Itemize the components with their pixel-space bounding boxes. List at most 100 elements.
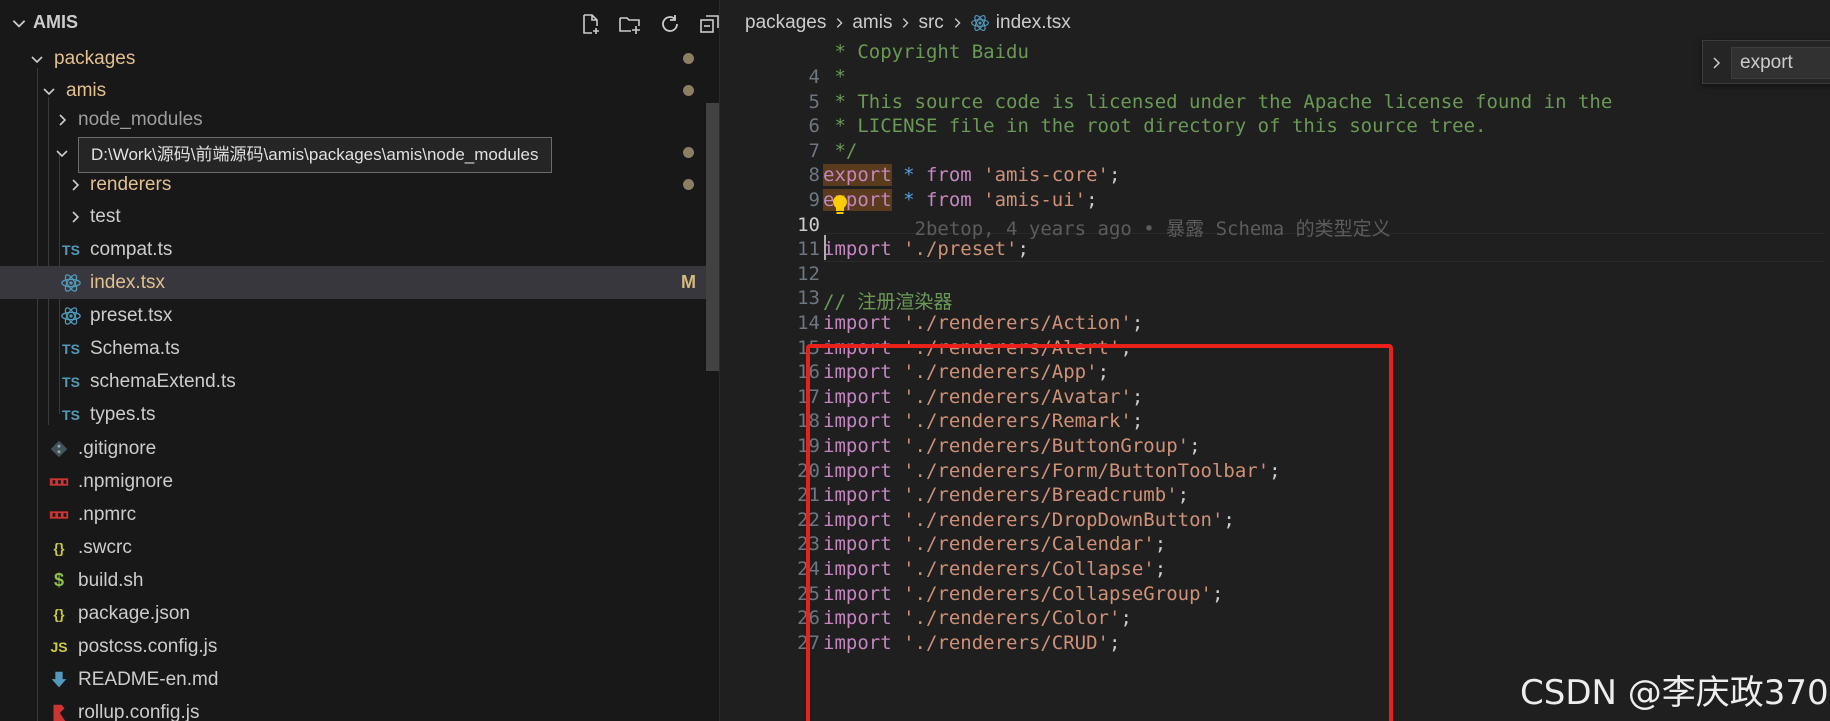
react-icon — [61, 273, 81, 292]
typescript-icon: TS — [62, 406, 80, 423]
code-keyword: export — [823, 164, 892, 187]
line-number: 9 — [808, 189, 820, 211]
javascript-icon: JS — [50, 638, 68, 655]
new-file-icon[interactable] — [577, 11, 603, 37]
chevron-right-icon[interactable] — [1703, 41, 1729, 85]
tree-item-node-modules[interactable]: node_modules — [0, 103, 706, 136]
react-icon — [970, 15, 989, 31]
npm-icon — [49, 510, 69, 519]
line-number: 27 — [797, 631, 820, 654]
explorer-sidebar: AMIS packages amis node_modules renderer… — [0, 0, 720, 721]
breadcrumb-item[interactable]: amis — [852, 12, 892, 34]
npm-icon — [49, 477, 69, 486]
tree-item-label: preset.tsx — [90, 304, 173, 326]
sidebar-scrollbar[interactable] — [706, 103, 719, 371]
tree-item-build-sh[interactable]: $ build.sh — [0, 564, 706, 597]
explorer-actions — [577, 11, 719, 37]
tree-item-label: packages — [54, 47, 136, 69]
code-line: // 注册渲染器 — [823, 287, 952, 314]
code-comment: * Copyright Baidu — [823, 41, 1029, 64]
chevron-right-icon — [954, 18, 961, 28]
tree-item-compat-ts[interactable]: TS compat.ts — [0, 233, 706, 266]
code-punctuation: ; — [1131, 312, 1144, 334]
tree-item-swcrc[interactable]: {} .swcrc — [0, 531, 706, 564]
tree-item-npmignore[interactable]: .npmignore — [0, 465, 706, 498]
tree-item-preset-tsx[interactable]: preset.tsx — [0, 299, 706, 332]
code-editor[interactable]: packages amis src index.tsx * Copyright … — [720, 0, 1830, 721]
code-area[interactable]: * Copyright Baidu 4 * 5 * This source code… — [720, 41, 1830, 721]
line-number: 11 — [797, 238, 820, 261]
breadcrumb: packages amis src index.tsx — [720, 0, 1830, 46]
tree-item-label: test — [90, 205, 121, 227]
tree-item-label: amis — [66, 79, 107, 101]
typescript-icon: TS — [62, 340, 80, 357]
lightbulb-icon[interactable] — [831, 194, 849, 216]
shell-icon: $ — [53, 570, 64, 590]
line-number: 23 — [797, 533, 820, 556]
tree-item-label: node_modules — [78, 108, 203, 130]
annotation-red-box — [806, 344, 1393, 721]
tree-item-package-json[interactable]: {} package.json — [0, 597, 706, 630]
code-punctuation: ; — [1017, 238, 1029, 261]
tree-item-label: README-en.md — [78, 668, 219, 690]
find-input[interactable]: export — [1731, 47, 1830, 79]
line-number: 26 — [797, 607, 820, 630]
chevron-right-icon — [72, 210, 80, 223]
tree-item-test[interactable]: test — [0, 200, 706, 233]
tree-item-packages[interactable]: packages — [0, 42, 706, 75]
chevron-right-icon — [903, 18, 910, 28]
tree-item-schema-ts[interactable]: TS Schema.ts — [0, 332, 706, 365]
tree-item-label: Schema.ts — [90, 337, 180, 359]
tree-item-rollup-config-js[interactable]: rollup.config.js — [0, 696, 706, 721]
tree-item-postcss-config-js[interactable]: JS postcss.config.js — [0, 630, 706, 663]
tree-item-schemaextend-ts[interactable]: TS schemaExtend.ts — [0, 365, 706, 398]
tree-item-index-tsx[interactable]: index.tsx M — [0, 266, 706, 299]
code-line: import './renderers/Action'; — [823, 312, 1143, 334]
json-braces-icon: {} — [53, 539, 65, 556]
git-blame-annotation: 2betop, 4 years ago • 暴露 Schema 的类型定义 — [914, 217, 1391, 240]
line-number: 13 — [797, 287, 820, 310]
line-number: 25 — [797, 582, 820, 605]
tree-item-label: compat.ts — [90, 238, 173, 260]
code-comment: */ — [823, 139, 858, 162]
tree-item-gitignore[interactable]: .gitignore — [0, 432, 706, 465]
tree-item-npmrc[interactable]: .npmrc — [0, 498, 706, 531]
line-number: 12 — [797, 262, 820, 285]
modified-dot — [683, 147, 694, 158]
code-punctuation: ; — [1109, 164, 1121, 187]
new-folder-icon[interactable] — [617, 11, 643, 37]
chevron-down-icon[interactable] — [10, 14, 28, 32]
tree-item-label: index.tsx — [90, 271, 165, 293]
breadcrumb-item[interactable]: packages — [745, 12, 826, 34]
code-comment: * This source code is licensed under the… — [823, 90, 1613, 113]
chevron-down-icon — [43, 87, 55, 95]
breadcrumb-item[interactable]: src — [918, 12, 943, 34]
explorer-header[interactable]: AMIS — [0, 0, 719, 47]
react-icon — [61, 306, 81, 325]
code-string: 'amis-core' — [983, 164, 1110, 187]
rollup-icon — [53, 704, 66, 721]
collapse-all-icon[interactable] — [697, 11, 719, 37]
typescript-icon: TS — [62, 241, 80, 258]
code-string: 'amis-ui' — [983, 189, 1087, 211]
line-number: 7 — [808, 139, 820, 162]
breadcrumb-item[interactable]: index.tsx — [996, 12, 1071, 34]
tree-item-types-ts[interactable]: TS types.ts — [0, 398, 706, 431]
line-number: 6 — [808, 115, 820, 138]
tree-item-readme-en-md[interactable]: README-en.md — [0, 663, 706, 696]
line-number: 17 — [797, 385, 820, 408]
line-number: 24 — [797, 558, 820, 580]
code-comment: * — [823, 66, 846, 88]
tree-item-label: types.ts — [90, 403, 156, 425]
code-line: export * from 'amis-ui'; — [823, 189, 1098, 211]
modified-dot — [683, 179, 694, 190]
tree-item-label: .gitignore — [78, 437, 157, 459]
code-line: */ — [823, 140, 857, 162]
refresh-icon[interactable] — [657, 11, 683, 37]
code-punctuation: ; — [1086, 189, 1098, 211]
code-line: import './preset'; — [823, 238, 1029, 260]
code-operator: * — [891, 189, 926, 211]
line-number: 8 — [808, 164, 820, 187]
code-line: * This source code is licensed under the… — [823, 91, 1612, 113]
tree-item-label: package.json — [78, 602, 190, 624]
